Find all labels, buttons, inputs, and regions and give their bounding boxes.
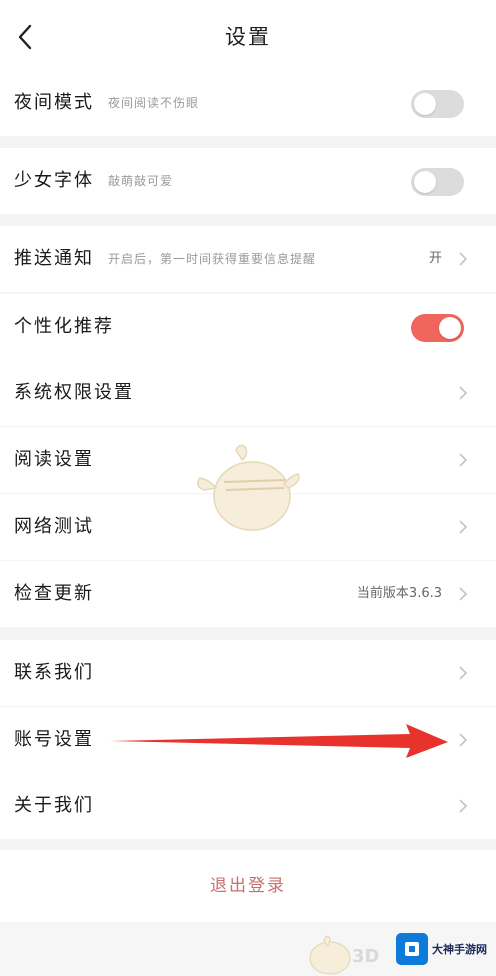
- check-update-row[interactable]: 检查更新 当前版本3.6.3: [0, 561, 496, 627]
- check-update-label: 检查更新: [14, 583, 94, 604]
- girl-font-description: 敲萌敲可爱: [108, 174, 174, 188]
- chevron-right-icon: [459, 386, 468, 400]
- night-mode-toggle[interactable]: [411, 90, 464, 118]
- push-notification-label: 推送通知: [14, 248, 94, 269]
- night-mode-description: 夜间阅读不伤眼: [108, 96, 200, 110]
- logout-button[interactable]: 退出登录: [0, 850, 496, 922]
- top-bar: 设置: [0, 0, 496, 70]
- night-mode-row[interactable]: 夜间模式 夜间阅读不伤眼: [0, 70, 496, 136]
- chevron-right-icon: [459, 587, 468, 601]
- toggle-knob: [439, 317, 461, 339]
- girl-font-label: 少女字体: [14, 170, 94, 191]
- brand-watermark: 大神手游网: [396, 930, 492, 968]
- account-settings-label: 账号设置: [14, 729, 94, 750]
- annotation-arrow-icon: [110, 724, 448, 758]
- system-permissions-label: 系统权限设置: [14, 382, 134, 403]
- small-mascot-watermark-icon: [309, 935, 351, 975]
- reading-settings-label: 阅读设置: [14, 449, 94, 470]
- chevron-right-icon: [459, 453, 468, 467]
- system-permissions-row[interactable]: 系统权限设置: [0, 360, 496, 426]
- girl-font-row[interactable]: 少女字体 敲萌敲可爱: [0, 148, 496, 214]
- mascot-watermark-icon: [197, 444, 300, 531]
- chevron-right-icon: [459, 666, 468, 680]
- chevron-right-icon: [459, 733, 468, 747]
- chevron-right-icon: [459, 252, 468, 266]
- personalized-recommendation-toggle[interactable]: [411, 314, 464, 342]
- about-us-label: 关于我们: [14, 795, 94, 816]
- chevron-right-icon: [459, 799, 468, 813]
- night-mode-label: 夜间模式: [14, 92, 94, 113]
- brand-name: 大神手游网: [432, 943, 487, 956]
- personalized-recommendation-label: 个性化推荐: [14, 316, 114, 337]
- network-test-label: 网络测试: [14, 516, 94, 537]
- chevron-right-icon: [459, 520, 468, 534]
- push-notification-value: 开: [428, 251, 442, 266]
- contact-us-label: 联系我们: [14, 662, 94, 683]
- current-version-value: 当前版本3.6.3: [356, 586, 442, 601]
- watermark-mark: 3D: [352, 946, 380, 967]
- personalized-recommendation-row[interactable]: 个性化推荐: [0, 294, 496, 360]
- girl-font-toggle[interactable]: [411, 168, 464, 196]
- contact-us-row[interactable]: 联系我们: [0, 640, 496, 706]
- toggle-knob: [414, 93, 436, 115]
- page-title: 设置: [225, 25, 271, 49]
- push-notification-row[interactable]: 推送通知 开启后，第一时间获得重要信息提醒 开: [0, 226, 496, 292]
- toggle-knob: [414, 171, 436, 193]
- brand-logo-icon: [396, 933, 428, 965]
- about-us-row[interactable]: 关于我们: [0, 773, 496, 839]
- push-notification-description: 开启后，第一时间获得重要信息提醒: [108, 252, 317, 266]
